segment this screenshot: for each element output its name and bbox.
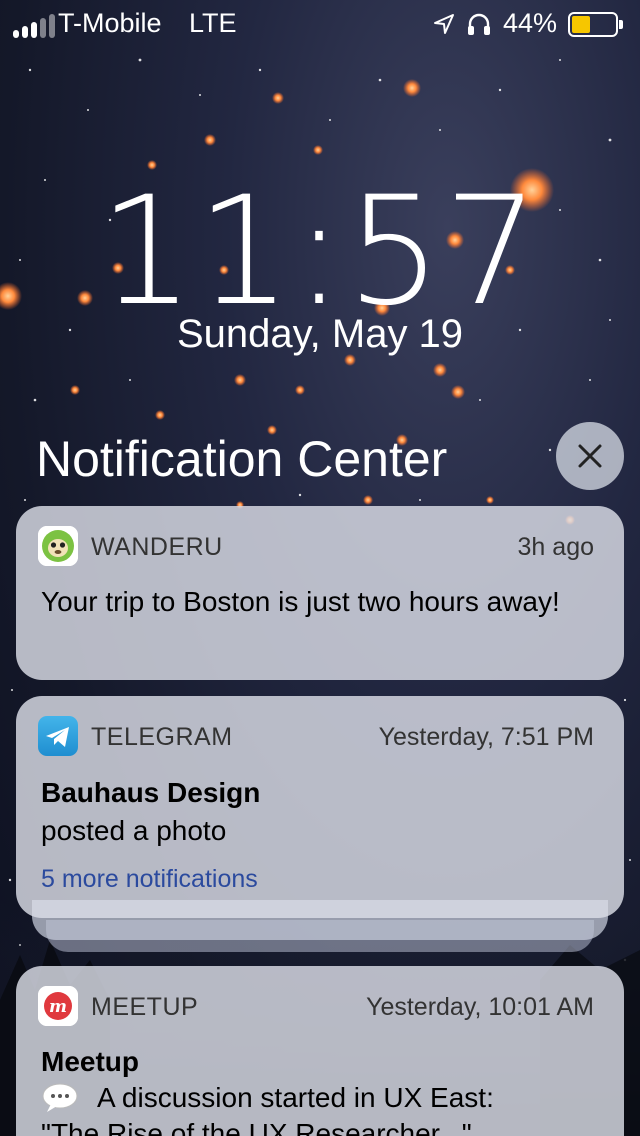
- location-icon: [434, 14, 454, 34]
- notification-center-title: Notification Center: [36, 431, 448, 487]
- meetup-icon: m: [38, 986, 78, 1026]
- close-icon: [578, 444, 602, 468]
- battery-percentage: 44%: [503, 8, 558, 38]
- telegram-icon: [38, 716, 78, 756]
- notification-time: Yesterday, 10:01 AM: [366, 993, 594, 1021]
- lock-date: Sunday, May 19: [176, 312, 464, 356]
- wanderu-icon: [38, 526, 78, 566]
- network-type: LTE: [189, 8, 237, 38]
- notification-header: TELEGRAM Yesterday, 7:51 PM: [38, 716, 594, 756]
- app-name: MEETUP: [91, 993, 199, 1021]
- notification-telegram[interactable]: TELEGRAM Yesterday, 7:51 PM Bauhaus Desi…: [16, 696, 624, 918]
- notification-message-line: A discussion started in UX East:: [41, 1080, 594, 1116]
- notification-body: Meetup A discussion started in UX East: …: [41, 1044, 594, 1136]
- notification-message: posted a photo: [41, 815, 227, 846]
- notification-header: WANDERU 3h ago: [38, 526, 594, 566]
- more-notifications-link[interactable]: 5 more notifications: [41, 860, 594, 898]
- signal-icon: [13, 14, 55, 38]
- notification-title: Meetup: [41, 1046, 139, 1077]
- notification-body: Your trip to Boston is just two hours aw…: [41, 584, 594, 620]
- notification-message-continued: "The Rise of the UX Researcher...": [41, 1118, 472, 1136]
- notification-meetup[interactable]: m MEETUP Yesterday, 10:01 AM Meetup A di…: [16, 966, 624, 1136]
- clear-notifications-button[interactable]: [556, 422, 624, 490]
- carrier-label: T-Mobile: [58, 8, 162, 38]
- notification-message: Your trip to Boston is just two hours aw…: [41, 586, 560, 617]
- status-bar: T-Mobile LTE 44%: [0, 0, 640, 48]
- notification-time: 3h ago: [517, 533, 594, 561]
- battery-icon: [568, 12, 623, 37]
- notification-header: m MEETUP Yesterday, 10:01 AM: [38, 986, 594, 1026]
- lock-screen: T-Mobile LTE 44% 11:57 Sunday, May 19 No…: [0, 0, 640, 1136]
- app-name: WANDERU: [91, 533, 223, 561]
- app-name: TELEGRAM: [91, 723, 233, 751]
- svg-text:m: m: [49, 997, 67, 1017]
- notification-title: Bauhaus Design: [41, 777, 261, 808]
- notification-message: A discussion started in UX East:: [97, 1082, 494, 1113]
- speech-bubble-icon: [42, 1083, 78, 1112]
- notification-wanderu[interactable]: WANDERU 3h ago Your trip to Boston is ju…: [16, 506, 624, 680]
- headphones-icon: [468, 13, 490, 35]
- notification-time: Yesterday, 7:51 PM: [378, 723, 594, 751]
- notification-body: Bauhaus Design posted a photo 5 more not…: [41, 774, 594, 898]
